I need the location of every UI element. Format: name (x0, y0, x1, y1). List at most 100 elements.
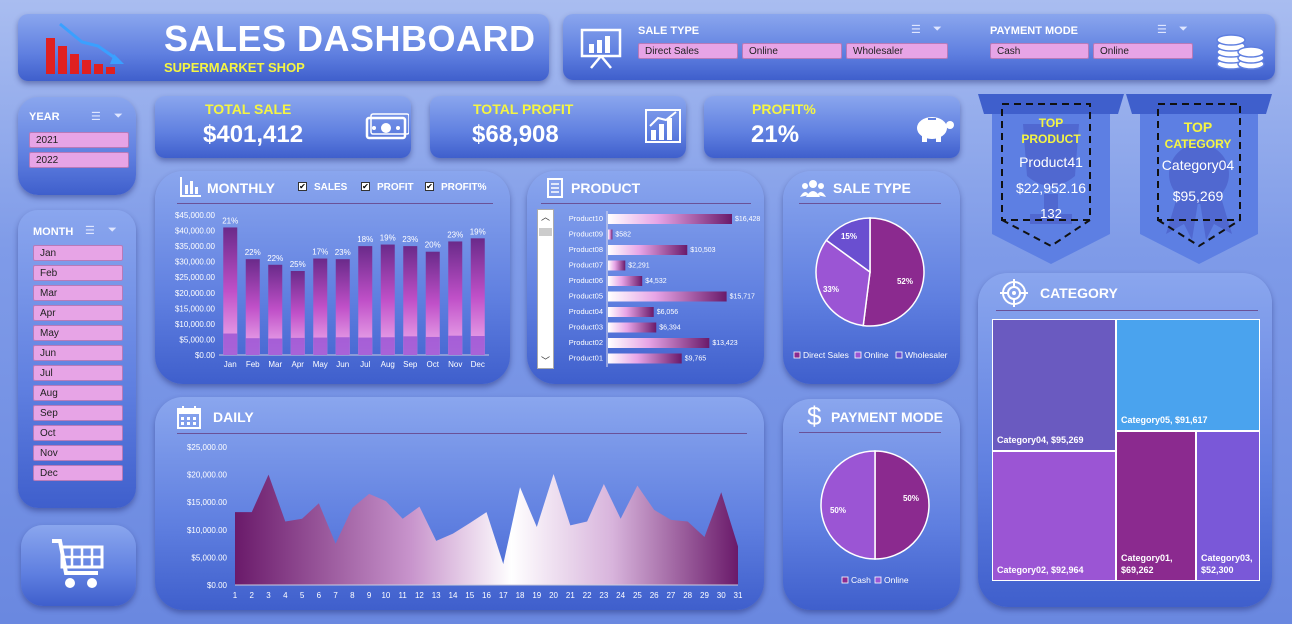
treemap-cell-category02[interactable]: Category02, $92,964 (992, 451, 1116, 581)
treemap-cell-category04[interactable]: Category04, $95,269 (992, 319, 1116, 451)
product-card: PRODUCT ︿ ﹀ Product10 $16,428 Product09 $58… (527, 171, 764, 384)
y-tick-label: $30,000.00 (175, 258, 216, 267)
slicer-month-oct[interactable]: Oct (33, 425, 123, 441)
profit-bar[interactable] (245, 338, 260, 355)
product-bar[interactable] (608, 338, 710, 348)
multi-select-icon[interactable]: ☰ (911, 23, 921, 36)
slicer-month-jul[interactable]: Jul (33, 365, 123, 381)
pie-slice[interactable] (820, 450, 876, 560)
monthly-chart: $45,000.00 $40,000.00 $35,000.00 $30,000.00… (175, 211, 489, 369)
product-bar[interactable] (608, 353, 682, 364)
multi-select-icon[interactable]: ☰ (91, 110, 101, 123)
product-label: Product05 (569, 292, 603, 301)
scroll-thumb[interactable] (539, 228, 552, 236)
daily-area[interactable] (235, 474, 738, 585)
x-tick-label: 10 (381, 591, 390, 600)
profit-bar[interactable] (223, 333, 238, 355)
x-tick-label: Jan (224, 360, 237, 369)
pie-slice[interactable] (862, 217, 925, 327)
slicer-year-2022[interactable]: 2022 (29, 152, 129, 168)
profit-pct-label: 22% (245, 248, 261, 257)
profit-bar[interactable] (425, 336, 440, 355)
x-tick-label: 30 (717, 591, 726, 600)
clear-filter-icon[interactable]: ⏷ (114, 110, 123, 123)
slicer-sale-type-online[interactable]: Online (742, 43, 842, 59)
document-list-icon (547, 178, 563, 198)
product-bar[interactable] (608, 245, 688, 255)
multi-select-icon[interactable]: ☰ (85, 224, 95, 237)
target-icon (1000, 279, 1028, 307)
y-tick-label: $25,000.00 (175, 273, 216, 282)
shopping-cart-icon[interactable] (50, 537, 106, 593)
payment-chart-title: PAYMENT MODE (831, 409, 944, 425)
slicer-month-aug[interactable]: Aug (33, 385, 123, 401)
x-tick-label: 24 (616, 591, 625, 600)
slicer-month-apr[interactable]: Apr (33, 305, 123, 321)
kpi-total-sale: TOTAL SALE $401,412 (155, 96, 411, 158)
product-bar[interactable] (608, 307, 654, 317)
slicer-sale-type-wholesaler[interactable]: Wholesaler (846, 43, 948, 59)
scroll-up-arrow[interactable]: ︿ (538, 210, 553, 224)
pie-slice[interactable] (874, 450, 930, 560)
profit-pct-label: 21% (222, 216, 238, 225)
clear-filter-icon[interactable]: ⏷ (1179, 23, 1188, 36)
treemap-cell-category03[interactable]: Category03, $52,300 (1196, 431, 1260, 581)
profit-bar[interactable] (448, 335, 463, 355)
slicer-month-mar[interactable]: Mar (33, 285, 123, 301)
product-bar[interactable] (608, 276, 643, 286)
profit-bar[interactable] (358, 337, 373, 355)
product-bar[interactable] (608, 229, 613, 240)
profit-bar[interactable] (403, 336, 418, 355)
legend-sales-checkbox[interactable]: ✔ (298, 182, 307, 191)
slicer-month-jun[interactable]: Jun (33, 345, 123, 361)
profit-bar[interactable] (470, 336, 485, 355)
slicer-month-may[interactable]: May (33, 325, 123, 341)
product-bar[interactable] (608, 260, 626, 271)
product-value-label: $9,765 (685, 356, 707, 363)
profit-bar[interactable] (268, 338, 283, 355)
profit-bar[interactable] (335, 337, 350, 355)
y-tick-label: $20,000.00 (187, 471, 228, 480)
multi-select-icon[interactable]: ☰ (1157, 23, 1167, 36)
legend-profit-pct-checkbox[interactable]: ✔ (425, 182, 434, 191)
x-tick-label: 31 (734, 591, 743, 600)
slicer-month-jan[interactable]: Jan (33, 245, 123, 261)
product-value-label: $13,423 (712, 340, 737, 347)
product-label: Product10 (569, 214, 603, 223)
slicer-sale-type-direct[interactable]: Direct Sales (638, 43, 738, 59)
legend-profit-checkbox[interactable]: ✔ (361, 182, 370, 191)
product-bar[interactable] (608, 322, 657, 333)
y-tick-label: $15,000.00 (175, 304, 216, 313)
product-bar[interactable] (608, 214, 732, 224)
monthly-card: MONTHLY ✔ SALES ✔ PROFIT ✔ PROFIT% $45,0… (155, 171, 510, 384)
slicer-payment-online[interactable]: Online (1093, 43, 1193, 59)
profit-bar[interactable] (313, 337, 328, 355)
product-label: Product02 (569, 338, 603, 347)
y-tick-label: $15,000.00 (187, 498, 228, 507)
year-slicer-card: YEAR ☰ ⏷ 2021 2022 (18, 97, 136, 195)
clear-filter-icon[interactable]: ⏷ (108, 224, 117, 237)
product-scrollbar[interactable]: ︿ ﹀ (537, 209, 554, 369)
clear-filter-icon[interactable]: ⏷ (933, 23, 942, 36)
slicer-month-dec[interactable]: Dec (33, 465, 123, 481)
slicer-month-feb[interactable]: Feb (33, 265, 123, 281)
profit-bar[interactable] (290, 337, 305, 355)
slicer-year-2021[interactable]: 2021 (29, 132, 129, 148)
slicer-month-nov[interactable]: Nov (33, 445, 123, 461)
top-product-line2: PRODUCT (1021, 132, 1081, 146)
slicer-month-sep[interactable]: Sep (33, 405, 123, 421)
product-bar[interactable] (608, 291, 727, 302)
kpi-total-profit-label: TOTAL PROFIT (473, 101, 574, 117)
legend-swatch (841, 576, 849, 584)
profit-pct-label: 20% (425, 241, 441, 250)
product-label: Product04 (569, 307, 603, 316)
header-card: SALES DASHBOARD SUPERMARKET SHOP (18, 14, 549, 81)
x-tick-label: 1 (233, 591, 238, 600)
slicer-payment-cash[interactable]: Cash (990, 43, 1089, 59)
top-product-name: Product41 (1019, 154, 1083, 170)
y-tick-label: $40,000.00 (175, 227, 216, 236)
treemap-cell-category05[interactable]: Category05, $91,617 (1116, 319, 1260, 431)
scroll-down-arrow[interactable]: ﹀ (538, 354, 553, 368)
treemap-cell-category01[interactable]: Category01, $69,262 (1116, 431, 1196, 581)
profit-bar[interactable] (380, 337, 395, 355)
